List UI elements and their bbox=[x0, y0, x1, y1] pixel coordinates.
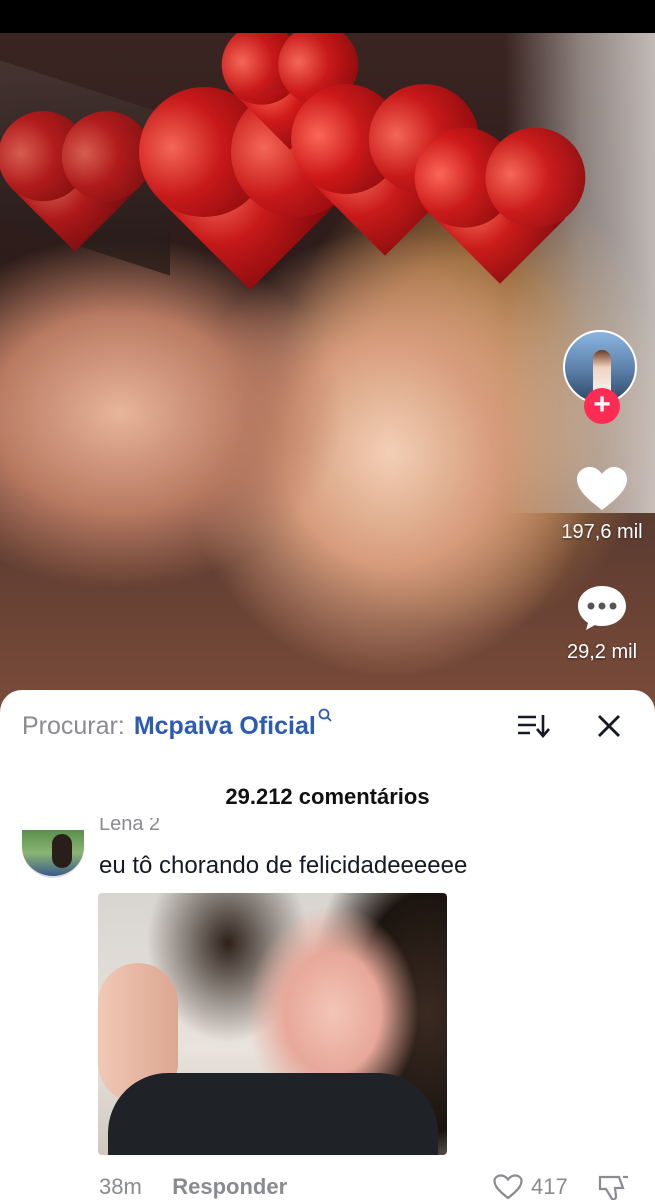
comment-like-button[interactable]: 417 bbox=[493, 1174, 568, 1200]
comment-meta: 38m Responder bbox=[99, 1174, 287, 1200]
comment-image[interactable] bbox=[98, 893, 447, 1155]
reply-button[interactable]: Responder bbox=[172, 1174, 287, 1199]
background-wall bbox=[505, 33, 655, 513]
commenter-username[interactable]: Lena 2 bbox=[99, 818, 160, 832]
comments-sheet: Procurar: Mcpaiva Oficial 29.212 comentá… bbox=[0, 690, 655, 1200]
dislike-icon[interactable] bbox=[597, 1174, 631, 1200]
photo-shirt bbox=[108, 1073, 438, 1155]
comment-bubble-icon bbox=[578, 586, 626, 630]
follow-button[interactable]: + bbox=[584, 388, 620, 424]
comment-like-count: 417 bbox=[531, 1174, 568, 1199]
creator-avatar-group[interactable]: + bbox=[563, 330, 641, 424]
comment-button[interactable]: 29,2 mil bbox=[552, 584, 652, 664]
search-term-link[interactable]: Mcpaiva Oficial bbox=[134, 712, 316, 741]
commenter-avatar[interactable] bbox=[22, 830, 84, 878]
close-icon[interactable] bbox=[596, 713, 622, 739]
heart-icon bbox=[577, 467, 627, 510]
avatar-figure bbox=[52, 834, 72, 868]
heart-outline-icon bbox=[493, 1174, 523, 1200]
comment-text: eu tô chorando de felicidadeeeeee bbox=[99, 852, 468, 879]
like-count: 197,6 mil bbox=[561, 521, 643, 543]
sort-icon[interactable] bbox=[516, 713, 550, 739]
like-button[interactable]: 197,6 mil bbox=[552, 466, 652, 544]
comment-count-label: 29,2 mil bbox=[566, 641, 638, 663]
related-search[interactable]: Procurar: Mcpaiva Oficial bbox=[22, 708, 332, 742]
plus-icon: + bbox=[593, 388, 611, 421]
comments-total: 29.212 comentários bbox=[225, 784, 430, 809]
comment-time: 38m bbox=[99, 1174, 142, 1199]
search-icon bbox=[318, 708, 332, 722]
status-bar bbox=[0, 0, 655, 33]
search-prefix: Procurar: bbox=[22, 712, 125, 740]
